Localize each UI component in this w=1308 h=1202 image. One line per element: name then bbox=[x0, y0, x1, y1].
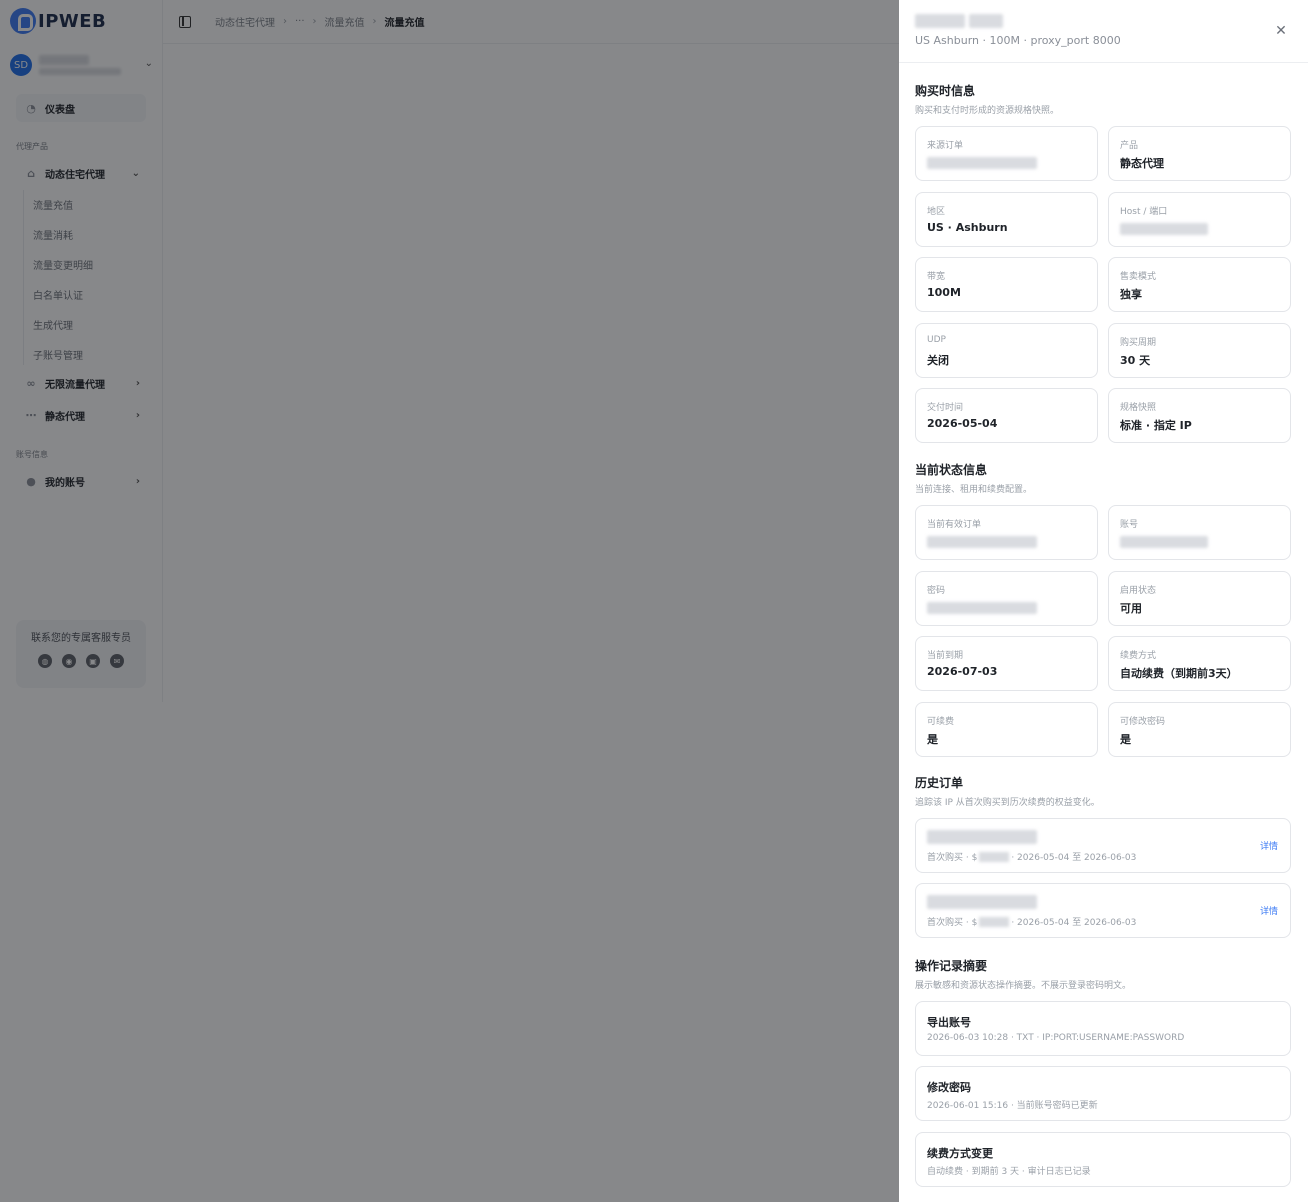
field-card-password-editable: 可修改密码是 bbox=[1108, 701, 1291, 757]
operation-meta: 2026-06-03 10:28 · TXT · IP:PORT:USERNAM… bbox=[927, 1033, 1185, 1043]
history-order-card: 首次购买 · $ · 2026-05-04 至 2026-06-03 详情 bbox=[915, 883, 1291, 938]
field-card-host-port: Host / 端口 bbox=[1108, 191, 1291, 247]
field-label: 密码 bbox=[927, 585, 946, 596]
operation-title: 导出账号 bbox=[927, 1016, 971, 1029]
field-value: 30 天 bbox=[1120, 353, 1151, 367]
order-meta: 首次购买 · $ · 2026-05-04 至 2026-06-03 bbox=[927, 850, 1136, 863]
field-card-region: 地区 US · Ashburn bbox=[915, 191, 1098, 247]
field-card-password: 密码 bbox=[915, 570, 1098, 626]
operation-meta: 自动续费 · 到期前 3 天 · 审计日志已记录 bbox=[927, 1167, 1091, 1177]
section-desc-operations: 展示敏感和资源状态操作摘要。不展示登录密码明文。 bbox=[915, 981, 1132, 991]
order-detail-link[interactable]: 详情 bbox=[1260, 904, 1278, 917]
field-value-redacted bbox=[927, 157, 1037, 169]
field-card-spec-snapshot: 规格快照标准 · 指定 IP bbox=[1108, 388, 1291, 443]
field-label: 续费方式 bbox=[1120, 651, 1157, 661]
section-desc-history: 追踪该 IP 从首次购买到历次续费的权益变化。 bbox=[915, 798, 1100, 808]
field-value-redacted bbox=[927, 601, 1037, 614]
field-card-current-order: 当前有效订单 bbox=[915, 505, 1098, 560]
field-value-redacted bbox=[1120, 222, 1208, 235]
field-label: 产品 bbox=[1120, 141, 1139, 151]
field-label: UDP bbox=[927, 334, 946, 345]
order-period: · 2026-05-04 至 2026-06-03 bbox=[1011, 853, 1137, 863]
field-card-renewable: 可续费是 bbox=[915, 701, 1098, 757]
field-value: 2026-07-03 bbox=[927, 665, 998, 678]
field-value: 是 bbox=[1120, 732, 1131, 746]
order-type: 首次购买 · $ bbox=[927, 918, 978, 928]
field-label: 交付时间 bbox=[927, 403, 964, 413]
field-card-current-expiry: 当前到期 2026-07-03 bbox=[915, 636, 1098, 691]
field-value: 标准 · 指定 IP bbox=[1120, 419, 1192, 432]
order-meta: 首次购买 · $ · 2026-05-04 至 2026-06-03 bbox=[927, 915, 1136, 928]
field-value: 2026-05-04 bbox=[927, 417, 998, 430]
operation-record: 续费方式变更 自动续费 · 到期前 3 天 · 审计日志已记录 bbox=[915, 1132, 1291, 1187]
field-value: 静态代理 bbox=[1120, 157, 1164, 170]
drawer-subtitle: US Ashburn · 100M · proxy_port 8000 bbox=[915, 34, 1121, 47]
order-period: · 2026-05-04 至 2026-06-03 bbox=[1011, 918, 1137, 928]
field-value: 关闭 bbox=[927, 353, 949, 367]
drawer-title-redacted bbox=[915, 14, 1003, 28]
field-label: 售卖模式 bbox=[1120, 272, 1157, 282]
history-order-card: 首次购买 · $ · 2026-05-04 至 2026-06-03 详情 bbox=[915, 818, 1291, 873]
field-card-account: 账号 bbox=[1108, 505, 1291, 560]
section-title-history: 历史订单 bbox=[915, 776, 964, 790]
section-title-current: 当前状态信息 bbox=[915, 463, 988, 477]
field-label: 规格快照 bbox=[1120, 403, 1157, 413]
order-type: 首次购买 · $ bbox=[927, 853, 978, 863]
field-card-renewal-mode: 续费方式自动续费（到期前3天） bbox=[1108, 636, 1291, 691]
field-card-product: 产品 静态代理 bbox=[1108, 126, 1291, 181]
drawer-backdrop[interactable] bbox=[0, 0, 899, 1202]
field-value-redacted bbox=[927, 536, 1037, 548]
field-label: 当前到期 bbox=[927, 651, 964, 661]
field-label: 带宽 bbox=[927, 272, 946, 282]
field-card-sale-mode: 售卖模式 独享 bbox=[1108, 257, 1291, 312]
order-id-redacted bbox=[927, 830, 1037, 844]
section-title-purchase: 购买时信息 bbox=[915, 84, 976, 98]
field-card-purchase-period: 购买周期 30 天 bbox=[1108, 322, 1291, 378]
operation-record: 修改密码 2026-06-01 15:16 · 当前账号密码已更新 bbox=[915, 1066, 1291, 1121]
field-value: 可用 bbox=[1120, 601, 1142, 615]
order-id-redacted bbox=[927, 895, 1037, 909]
field-card-delivery-time: 交付时间 2026-05-04 bbox=[915, 388, 1098, 443]
field-label: Host / 端口 bbox=[1120, 206, 1168, 217]
field-card-source-order: 来源订单 bbox=[915, 126, 1098, 181]
operation-meta: 2026-06-01 15:16 · 当前账号密码已更新 bbox=[927, 1101, 1098, 1111]
field-value: 独享 bbox=[1120, 288, 1142, 301]
order-detail-link[interactable]: 详情 bbox=[1260, 839, 1278, 852]
section-desc-purchase: 购买和支付时形成的资源规格快照。 bbox=[915, 106, 1060, 116]
field-value: 是 bbox=[927, 732, 938, 746]
field-card-enable-status: 启用状态 可用 bbox=[1108, 570, 1291, 626]
field-label: 启用状态 bbox=[1120, 585, 1157, 596]
operation-title: 续费方式变更 bbox=[927, 1147, 993, 1160]
close-icon[interactable]: ✕ bbox=[1274, 24, 1288, 38]
drawer-header: US Ashburn · 100M · proxy_port 8000 ✕ bbox=[899, 0, 1308, 63]
field-value: 自动续费（到期前3天） bbox=[1120, 667, 1238, 680]
ip-detail-drawer: US Ashburn · 100M · proxy_port 8000 ✕ 购买… bbox=[899, 0, 1308, 1202]
field-card-udp: UDP 关闭 bbox=[915, 322, 1098, 378]
field-label: 账号 bbox=[1120, 520, 1139, 530]
field-card-bandwidth: 带宽 100M bbox=[915, 257, 1098, 312]
field-label: 地区 bbox=[927, 206, 946, 217]
field-value: US · Ashburn bbox=[927, 220, 1008, 234]
field-value: 100M bbox=[927, 286, 961, 299]
section-title-operations: 操作记录摘要 bbox=[915, 959, 988, 973]
field-label: 当前有效订单 bbox=[927, 520, 982, 530]
field-label: 购买周期 bbox=[1120, 337, 1157, 348]
field-label: 可修改密码 bbox=[1120, 716, 1166, 727]
field-label: 来源订单 bbox=[927, 141, 964, 151]
field-value-redacted bbox=[1120, 536, 1208, 548]
operation-title: 修改密码 bbox=[927, 1081, 971, 1094]
operation-record: 导出账号 2026-06-03 10:28 · TXT · IP:PORT:US… bbox=[915, 1001, 1291, 1056]
section-desc-current: 当前连接、租用和续费配置。 bbox=[915, 485, 1033, 495]
field-label: 可续费 bbox=[927, 716, 955, 727]
